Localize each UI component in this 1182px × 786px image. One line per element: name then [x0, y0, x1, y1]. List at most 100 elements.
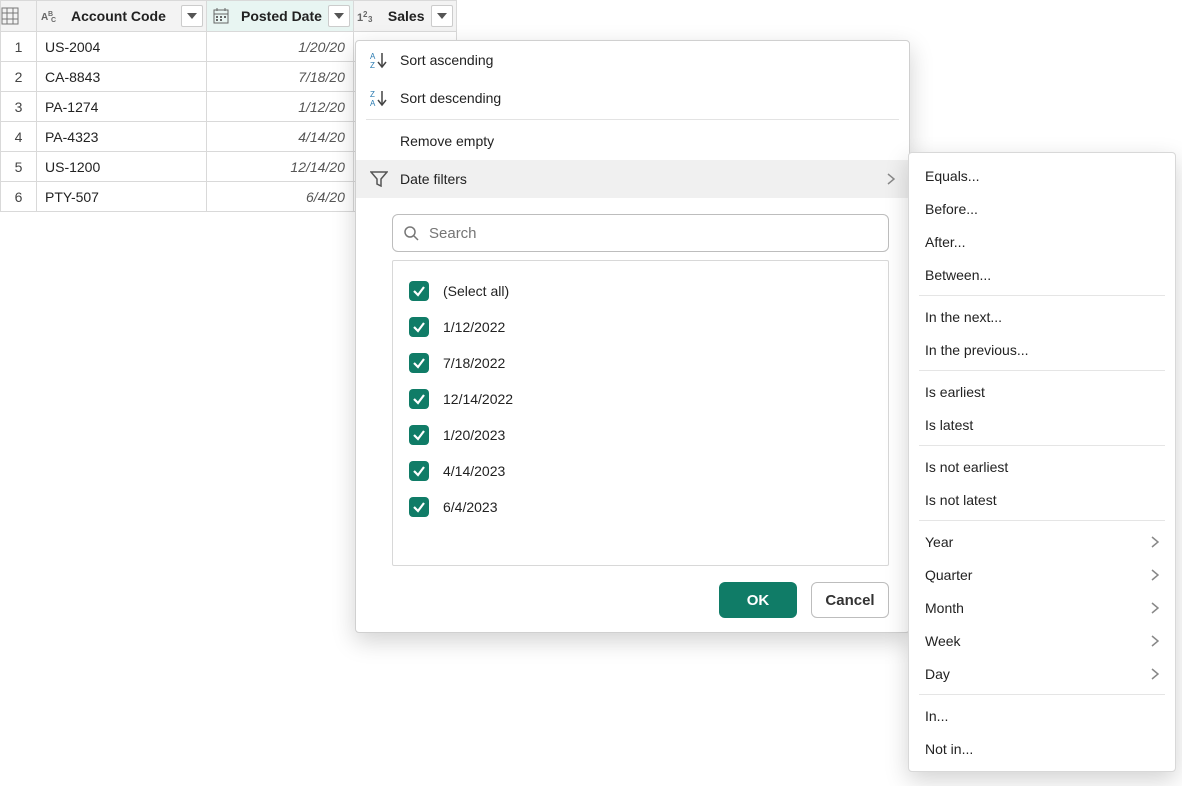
svg-text:A: A — [370, 52, 376, 61]
filter-value-label: 1/12/2022 — [443, 319, 505, 335]
filter-in[interactable]: In... — [909, 699, 1175, 732]
svg-text:A: A — [370, 99, 376, 107]
divider — [919, 520, 1165, 521]
svg-text:Z: Z — [370, 61, 375, 69]
divider — [919, 295, 1165, 296]
filter-value-item[interactable]: 7/18/2022 — [409, 345, 872, 381]
filter-equals[interactable]: Equals... — [909, 159, 1175, 192]
divider — [919, 445, 1165, 446]
row-number: 3 — [1, 92, 37, 122]
chevron-right-icon — [1151, 635, 1159, 647]
row-number: 2 — [1, 62, 37, 92]
cell-account[interactable]: PA-1274 — [37, 92, 207, 122]
column-header-posted-date[interactable]: Posted Date — [207, 1, 354, 32]
cell-account[interactable]: CA-8843 — [37, 62, 207, 92]
divider — [919, 694, 1165, 695]
checkbox-checked-icon[interactable] — [409, 353, 429, 373]
checkbox-checked-icon[interactable] — [409, 389, 429, 409]
menu-label: Sort descending — [400, 90, 895, 106]
cell-posted-date[interactable]: 1/12/20 — [207, 92, 354, 122]
column-filter-button[interactable] — [328, 5, 350, 27]
menu-label: Sort ascending — [400, 52, 895, 68]
filter-week[interactable]: Week — [909, 624, 1175, 657]
checkbox-checked-icon[interactable] — [409, 425, 429, 445]
search-input-wrap[interactable] — [392, 214, 889, 252]
filter-between[interactable]: Between... — [909, 258, 1175, 291]
filter-value-label: 1/20/2023 — [443, 427, 505, 443]
row-number: 6 — [1, 182, 37, 212]
filter-value-label: 12/14/2022 — [443, 391, 513, 407]
filter-value-label: 7/18/2022 — [443, 355, 505, 371]
column-label: Sales — [382, 8, 431, 24]
filter-in-next[interactable]: In the next... — [909, 300, 1175, 333]
filter-value-item[interactable]: 1/20/2023 — [409, 417, 872, 453]
table-corner[interactable] — [1, 1, 37, 32]
filter-quarter[interactable]: Quarter — [909, 558, 1175, 591]
cell-account[interactable]: PTY-507 — [37, 182, 207, 212]
checkbox-checked-icon[interactable] — [409, 317, 429, 337]
column-filter-button[interactable] — [431, 5, 453, 27]
filter-menu: A Z Sort ascending Z A Sort descending R… — [355, 40, 910, 633]
row-number: 1 — [1, 32, 37, 62]
checkbox-checked-icon[interactable] — [409, 497, 429, 517]
values-list: (Select all) 1/12/2022 7/18/2022 12/14/2022… — [392, 260, 889, 566]
filter-value-label: 4/14/2023 — [443, 463, 505, 479]
date-filters-item[interactable]: Date filters — [356, 160, 909, 198]
cell-posted-date[interactable]: 7/18/20 — [207, 62, 354, 92]
checkbox-checked-icon[interactable] — [409, 461, 429, 481]
cell-posted-date[interactable]: 1/20/20 — [207, 32, 354, 62]
filter-value-item[interactable]: 1/12/2022 — [409, 309, 872, 345]
chevron-down-icon — [334, 13, 344, 19]
remove-empty-item[interactable]: Remove empty — [356, 122, 909, 160]
cell-account[interactable]: US-2004 — [37, 32, 207, 62]
cancel-button[interactable]: Cancel — [811, 582, 889, 618]
filter-value-item[interactable]: 6/4/2023 — [409, 489, 872, 525]
cell-account[interactable]: US-1200 — [37, 152, 207, 182]
filter-month[interactable]: Month — [909, 591, 1175, 624]
filter-value-label: (Select all) — [443, 283, 509, 299]
filter-value-item[interactable]: 4/14/2023 — [409, 453, 872, 489]
chevron-right-icon — [1151, 668, 1159, 680]
filter-before[interactable]: Before... — [909, 192, 1175, 225]
svg-text:C: C — [51, 17, 56, 24]
row-number: 5 — [1, 152, 37, 182]
ok-button[interactable]: OK — [719, 582, 797, 618]
column-filter-button[interactable] — [181, 5, 203, 27]
filter-value-item[interactable]: 12/14/2022 — [409, 381, 872, 417]
sort-asc-icon: A Z — [370, 51, 400, 69]
filter-value-label: 6/4/2023 — [443, 499, 498, 515]
table-icon — [1, 7, 19, 25]
filter-in-previous[interactable]: In the previous... — [909, 333, 1175, 366]
chevron-right-icon — [1151, 569, 1159, 581]
search-input[interactable] — [427, 224, 878, 243]
chevron-down-icon — [187, 13, 197, 19]
cell-account[interactable]: PA-4323 — [37, 122, 207, 152]
column-header-sales[interactable]: 1 2 3 Sales — [353, 1, 456, 32]
row-number: 4 — [1, 122, 37, 152]
divider — [919, 370, 1165, 371]
search-icon — [403, 225, 419, 241]
filter-not-in[interactable]: Not in... — [909, 732, 1175, 765]
checkbox-checked-icon[interactable] — [409, 281, 429, 301]
filter-value-item[interactable]: (Select all) — [409, 273, 872, 309]
filter-is-not-latest[interactable]: Is not latest — [909, 483, 1175, 516]
chevron-right-icon — [1151, 602, 1159, 614]
chevron-down-icon — [437, 13, 447, 19]
cell-posted-date[interactable]: 4/14/20 — [207, 122, 354, 152]
svg-text:3: 3 — [368, 15, 373, 23]
sort-descending-item[interactable]: Z A Sort descending — [356, 79, 909, 117]
svg-text:Z: Z — [370, 90, 375, 99]
filter-is-earliest[interactable]: Is earliest — [909, 375, 1175, 408]
column-header-account[interactable]: A B C Account Code — [37, 1, 207, 32]
filter-is-not-earliest[interactable]: Is not earliest — [909, 450, 1175, 483]
number-type-icon: 1 2 3 — [354, 1, 382, 31]
filter-year[interactable]: Year — [909, 525, 1175, 558]
sort-ascending-item[interactable]: A Z Sort ascending — [356, 41, 909, 79]
cell-posted-date[interactable]: 12/14/20 — [207, 152, 354, 182]
cell-posted-date[interactable]: 6/4/20 — [207, 182, 354, 212]
filter-day[interactable]: Day — [909, 657, 1175, 690]
filter-is-latest[interactable]: Is latest — [909, 408, 1175, 441]
filter-after[interactable]: After... — [909, 225, 1175, 258]
menu-label: Remove empty — [400, 133, 895, 149]
menu-label: Date filters — [400, 171, 887, 187]
